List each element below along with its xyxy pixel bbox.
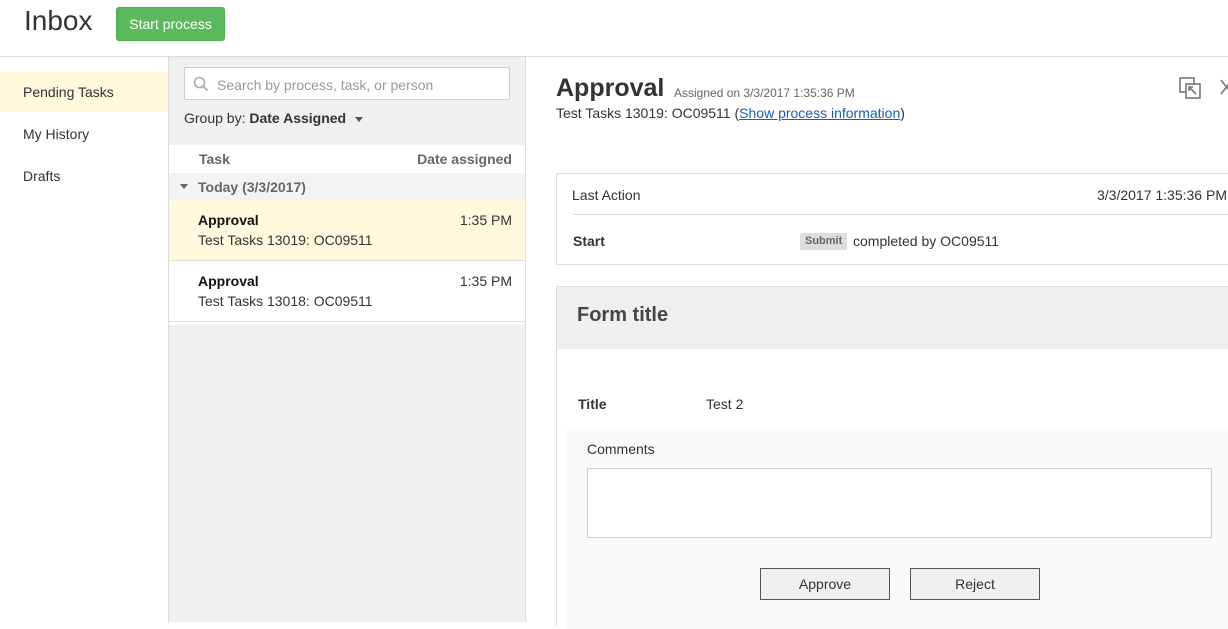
task-form: Form title Title Test 2 Comments Approve… (556, 286, 1228, 629)
comments-label: Comments (587, 441, 655, 457)
group-by-label: Group by: (184, 110, 246, 126)
nav-item-drafts[interactable]: Drafts (0, 156, 168, 196)
submit-badge: Submit (800, 233, 848, 250)
chevron-down-icon (355, 116, 363, 122)
close-icon[interactable] (1220, 77, 1228, 104)
task-subtitle-text: Test Tasks 13019: OC09511 (556, 105, 731, 121)
task-description: Test Tasks 13018: OC09511 (198, 293, 373, 309)
task-detail-pane: Approval Assigned on 3/3/2017 1:35:36 PM… (526, 57, 1228, 629)
close-paren: ) (900, 105, 905, 121)
field-label-title: Title (578, 396, 607, 412)
task-name: Approval (198, 212, 259, 228)
start-process-button[interactable]: Start process (116, 7, 225, 41)
task-list: Task Date assigned Today (3/3/2017) Appr… (169, 145, 525, 325)
group-by-value: Date Assigned (249, 110, 347, 126)
last-action-date: 3/3/2017 1:35:36 PM (1097, 187, 1227, 203)
completed-by-text: completed by OC09511 (853, 233, 1000, 249)
group-header-today[interactable]: Today (3/3/2017) (169, 173, 525, 200)
task-time: 1:35 PM (459, 212, 512, 228)
nav-item-pending-tasks[interactable]: Pending Tasks (0, 72, 168, 112)
task-name: Approval (198, 273, 259, 289)
approve-button[interactable]: Approve (760, 568, 890, 600)
task-time: 1:35 PM (459, 273, 512, 289)
assigned-on: Assigned on 3/3/2017 1:35:36 PM (674, 86, 855, 100)
last-action-step: Start (573, 233, 605, 249)
search-input[interactable] (215, 72, 509, 98)
group-by-selector[interactable]: Group by: Date Assigned (184, 110, 363, 126)
task-list-panel: Group by: Date Assigned Task Date assign… (169, 57, 526, 622)
show-process-info-link[interactable]: Show process information (739, 105, 900, 121)
field-value-title: Test 2 (706, 396, 744, 412)
last-action-panel: Last Action 3/3/2017 1:35:36 PM Start Su… (556, 173, 1228, 265)
column-header-task[interactable]: Task (199, 151, 230, 167)
comments-input[interactable] (587, 468, 1212, 538)
task-title: Approval (556, 74, 665, 102)
form-header: Form title (557, 287, 1228, 349)
task-row[interactable]: Approval Test Tasks 13019: OC09511 1:35 … (169, 200, 525, 261)
page-title: Inbox (24, 5, 93, 36)
app-header: Inbox Start process (0, 0, 1228, 57)
task-description: Test Tasks 13019: OC09511 (198, 232, 373, 248)
group-label: Today (3/3/2017) (198, 179, 306, 195)
left-nav: Pending Tasks My History Drafts (0, 57, 169, 622)
nav-item-my-history[interactable]: My History (0, 114, 168, 154)
task-row[interactable]: Approval Test Tasks 13018: OC09511 1:35 … (169, 261, 525, 322)
search-box[interactable] (184, 67, 510, 100)
reject-button[interactable]: Reject (910, 568, 1040, 600)
comments-section: Comments Approve Reject (567, 429, 1228, 629)
column-header-date-assigned[interactable]: Date assigned (417, 151, 512, 167)
task-subtitle: Test Tasks 13019: OC09511 (Show process … (556, 105, 905, 121)
divider (572, 214, 1228, 215)
popout-icon[interactable] (1178, 76, 1202, 105)
search-icon (193, 76, 209, 97)
last-action-label: Last Action (572, 187, 641, 203)
form-title: Form title (577, 304, 669, 326)
collapse-arrow-icon (180, 184, 188, 189)
